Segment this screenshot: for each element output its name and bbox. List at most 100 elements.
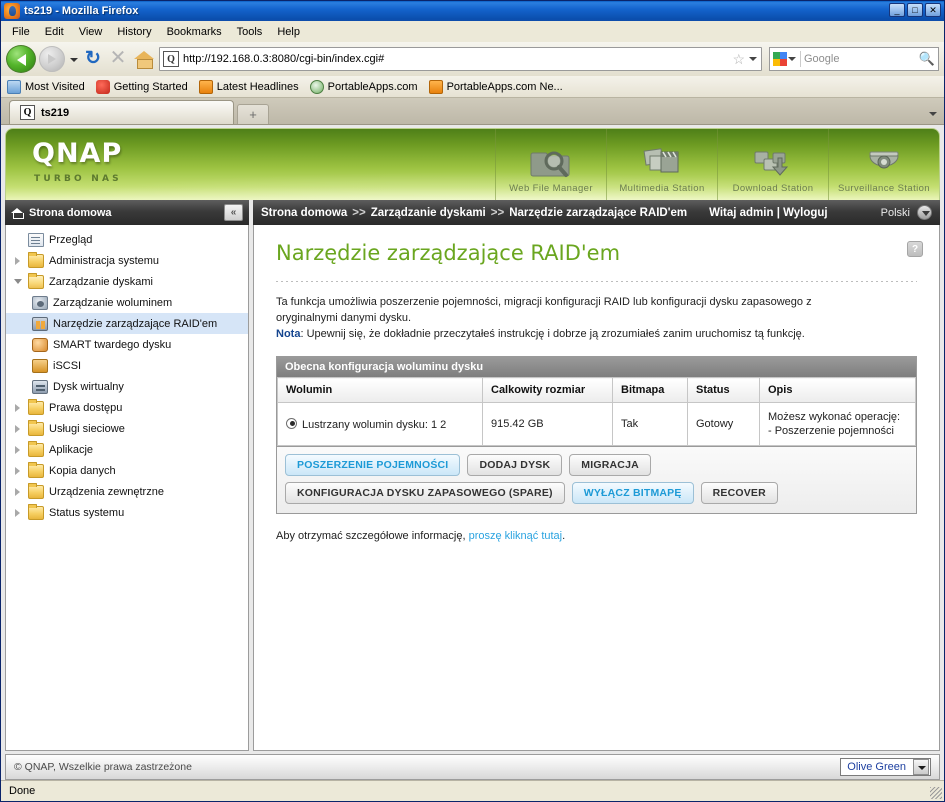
- sidebar-item-label: SMART twardego dysku: [53, 338, 172, 351]
- app-surveillance-station[interactable]: Surveillance Station: [828, 129, 939, 200]
- bookmark-latest-headlines[interactable]: Latest Headlines: [198, 79, 299, 94]
- twisty-icon[interactable]: [14, 487, 23, 496]
- language-selector[interactable]: Polski: [881, 205, 932, 220]
- bookmark-star-icon[interactable]: ☆: [729, 51, 748, 68]
- twisty-icon[interactable]: [14, 277, 23, 286]
- breadcrumb-item-disk-management[interactable]: Zarządzanie dyskami: [371, 207, 486, 219]
- spare-disk-config-button[interactable]: KONFIGURACJA DYSKU ZAPASOWEGO (SPARE): [285, 482, 565, 504]
- recover-button[interactable]: RECOVER: [700, 482, 778, 504]
- sidebar-item-kopia-danych[interactable]: Kopia danych: [6, 460, 248, 481]
- menu-help[interactable]: Help: [270, 23, 307, 41]
- app-web-file-manager[interactable]: Web File Manager: [495, 129, 606, 200]
- breadcrumb-item-home[interactable]: Strona domowa: [261, 207, 347, 219]
- volume-radio-button[interactable]: [286, 417, 297, 429]
- twisty-icon[interactable]: [14, 466, 23, 475]
- sidebar-item-prawa-dostepu[interactable]: Prawa dostępu: [6, 397, 248, 418]
- disable-bitmap-button[interactable]: WYŁĄCZ BITMAPĘ: [571, 482, 694, 504]
- menu-bookmarks[interactable]: Bookmarks: [160, 23, 229, 41]
- firefox-window: ts219 - Mozilla Firefox _ □ ✕ File Edit …: [0, 0, 945, 802]
- chevron-down-icon[interactable]: [917, 205, 932, 220]
- menu-file[interactable]: File: [5, 23, 37, 41]
- tab-list-dropdown-icon[interactable]: [926, 105, 940, 121]
- bookmark-portableapps[interactable]: PortableApps.com: [309, 79, 418, 94]
- welcome-logout[interactable]: Witaj admin | Wyloguj: [709, 207, 828, 219]
- menu-tools[interactable]: Tools: [230, 23, 270, 41]
- sidebar-item-aplikacje[interactable]: Aplikacje: [6, 439, 248, 460]
- add-disk-button[interactable]: DODAJ DYSK: [467, 454, 563, 476]
- sidebar-item-label: Zarządzanie dyskami: [49, 275, 153, 288]
- theme-select[interactable]: Olive Green: [840, 758, 931, 776]
- search-engine-dropdown-icon[interactable]: [787, 51, 797, 67]
- expand-capacity-button[interactable]: POSZERZENIE POJEMNOŚCI: [285, 454, 461, 476]
- maximize-button[interactable]: □: [907, 3, 923, 17]
- bookmark-portableapps-news[interactable]: PortableApps.com Ne...: [428, 79, 563, 94]
- twisty-icon[interactable]: [14, 445, 23, 454]
- stop-icon[interactable]: ✕: [107, 47, 129, 71]
- url-text[interactable]: http://192.168.0.3:8080/cgi-bin/index.cg…: [183, 53, 729, 65]
- reload-icon[interactable]: ↻: [82, 47, 104, 71]
- bookmark-label: Latest Headlines: [216, 80, 299, 93]
- sidebar-collapse-button[interactable]: «: [224, 204, 243, 221]
- google-icon[interactable]: [773, 52, 787, 66]
- sidebar-item-przeglad[interactable]: Przegląd: [6, 229, 248, 250]
- new-tab-button[interactable]: +: [237, 104, 269, 124]
- sidebar-item-smart[interactable]: SMART twardego dysku: [6, 334, 248, 355]
- table-row[interactable]: Lustrzany wolumin dysku: 1 2 915.42 GB T…: [277, 402, 916, 446]
- cell-status: Gotowy: [687, 402, 760, 446]
- twisty-icon[interactable]: [14, 424, 23, 433]
- migration-button[interactable]: MIGRACJA: [569, 454, 651, 476]
- help-icon[interactable]: ?: [907, 241, 923, 257]
- sidebar-item-status-systemu[interactable]: Status systemu: [6, 502, 248, 523]
- resize-grip[interactable]: [930, 787, 942, 799]
- qnap-footer: © QNAP, Wszelkie prawa zastrzeżone Olive…: [5, 754, 940, 780]
- folder-icon: [28, 482, 44, 499]
- url-bar[interactable]: Q http://192.168.0.3:8080/cgi-bin/index.…: [159, 47, 762, 71]
- qnap-banner: QNAP TURBO NAS Web File Manager Multimed…: [5, 128, 940, 200]
- sidebar-item-zarzadzanie-dyskami[interactable]: Zarządzanie dyskami: [6, 271, 248, 292]
- menu-edit[interactable]: Edit: [38, 23, 71, 41]
- sidebar-header-label: Strona domowa: [29, 206, 112, 219]
- hint-prefix: Aby otrzymać szczegółowe informację,: [276, 530, 469, 542]
- bookmark-most-visited[interactable]: Most Visited: [7, 79, 85, 94]
- twisty-icon[interactable]: [14, 508, 23, 517]
- search-bar[interactable]: Google 🔍: [769, 47, 939, 71]
- search-input[interactable]: Google: [804, 53, 919, 65]
- bookmark-getting-started[interactable]: Getting Started: [95, 79, 188, 94]
- menu-history[interactable]: History: [110, 23, 158, 41]
- sidebar-item-urzadzenia-zewnetrzne[interactable]: Urządzenia zewnętrzne: [6, 481, 248, 502]
- window-controls: _ □ ✕: [889, 3, 941, 17]
- sidebar-item-label: Narzędzie zarządzające RAID'em: [53, 317, 218, 330]
- url-dropdown-icon[interactable]: [748, 51, 758, 67]
- app-multimedia-station[interactable]: Multimedia Station: [606, 129, 717, 200]
- app-download-station[interactable]: Download Station: [717, 129, 828, 200]
- search-icon[interactable]: 🔍: [919, 51, 935, 67]
- description-line-2: oryginalnymi danymi dysku.: [276, 312, 412, 324]
- minimize-button[interactable]: _: [889, 3, 905, 17]
- sidebar-item-label: Przegląd: [49, 233, 93, 246]
- virtual-disk-icon: [32, 379, 48, 394]
- sidebar-item-label: Usługi sieciowe: [49, 422, 125, 435]
- sidebar-item-zarzadzanie-woluminem[interactable]: Zarządzanie woluminem: [6, 292, 248, 313]
- twisty-icon[interactable]: [14, 403, 23, 412]
- tab-ts219[interactable]: Q ts219: [9, 100, 234, 124]
- cell-volume[interactable]: Lustrzany wolumin dysku: 1 2: [277, 402, 483, 446]
- sidebar-item-uslugi-sieciowe[interactable]: Usługi sieciowe: [6, 418, 248, 439]
- back-button[interactable]: [6, 45, 36, 73]
- forward-button[interactable]: [39, 46, 65, 72]
- language-label: Polski: [880, 206, 910, 219]
- home-icon[interactable]: [132, 47, 156, 71]
- sidebar-item-dysk-wirtualny[interactable]: Dysk wirtualny: [6, 376, 248, 397]
- sidebar-item-narzedzie-raid[interactable]: Narzędzie zarządzające RAID'em: [6, 313, 248, 334]
- sidebar-item-iscsi[interactable]: iSCSI: [6, 355, 248, 376]
- history-dropdown-icon[interactable]: [68, 49, 79, 69]
- twisty-icon[interactable]: [14, 256, 23, 265]
- bookmark-label: PortableApps.com: [327, 80, 418, 93]
- close-button[interactable]: ✕: [925, 3, 941, 17]
- note-line: Nota: Upewnij się, że dokładnie przeczyt…: [276, 326, 917, 342]
- menu-view[interactable]: View: [72, 23, 110, 41]
- sidebar-item-administracja-systemu[interactable]: Administracja systemu: [6, 250, 248, 271]
- chevron-down-icon[interactable]: [913, 759, 929, 775]
- table-header-row: Wolumin Calkowity rozmiar Bitmapa Status…: [277, 377, 916, 403]
- breadcrumb-item-raid-tool[interactable]: Narzędzie zarządzające RAID'em: [509, 207, 687, 219]
- more-info-link[interactable]: proszę kliknąć tutaj: [469, 530, 563, 542]
